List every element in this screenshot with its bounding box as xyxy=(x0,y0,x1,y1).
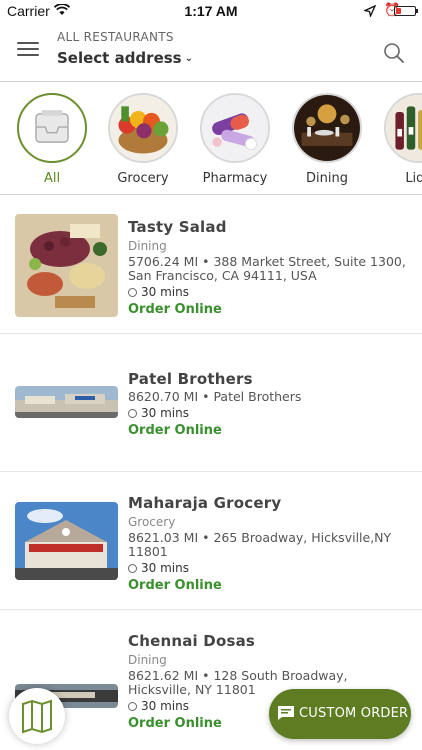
grocery-image xyxy=(108,93,178,163)
custom-order-button[interactable]: CUSTOM ORDER xyxy=(269,689,411,739)
app-header: ALL RESTAURANTS Select address ⌄ xyxy=(0,22,422,82)
delivery-time: 30 mins xyxy=(128,561,408,575)
menu-icon[interactable] xyxy=(17,42,39,58)
category-label: All xyxy=(43,171,61,186)
order-online-link[interactable]: Order Online xyxy=(128,578,408,593)
battery-icon xyxy=(394,6,418,16)
delivery-time-label: 30 mins xyxy=(141,699,189,713)
restaurants-caption: ALL RESTAURANTS xyxy=(57,30,174,44)
category-label: Grocery xyxy=(117,171,169,186)
restaurant-type: Dining xyxy=(128,239,167,253)
delivery-time-label: 30 mins xyxy=(141,406,189,420)
delivery-time: 30 mins xyxy=(128,406,408,420)
clock-time: 1:17 AM xyxy=(184,3,238,19)
delivery-time: 30 mins xyxy=(128,285,408,299)
select-address-label: Select address xyxy=(57,49,182,67)
category-dining[interactable]: Dining xyxy=(282,93,372,186)
restaurant-name: Tasty Salad xyxy=(128,218,227,236)
category-all[interactable]: All xyxy=(7,93,97,186)
search-icon[interactable] xyxy=(383,42,405,64)
chevron-down-icon: ⌄ xyxy=(184,53,193,64)
liquor-image xyxy=(384,93,422,163)
clock-icon xyxy=(128,702,137,711)
select-address-dropdown[interactable]: Select address ⌄ xyxy=(57,49,193,67)
map-view-button[interactable] xyxy=(9,688,65,744)
restaurant-address: 8621.03 MI • 265 Broadway, Hicksville,NY… xyxy=(128,530,392,559)
restaurant-thumbnail xyxy=(15,214,118,317)
restaurant-type: Dining xyxy=(128,653,167,667)
restaurant-name: Chennai Dosas xyxy=(128,632,256,650)
list-item[interactable]: Patel Brothers 8620.70 MI • Patel Brothe… xyxy=(0,334,422,472)
status-bar: Carrier 1:17 AM ⏰ xyxy=(0,0,422,22)
pharmacy-image xyxy=(200,93,270,163)
order-online-link[interactable]: Order Online xyxy=(128,423,408,438)
category-label: Liqu xyxy=(405,171,422,186)
restaurant-name: Patel Brothers xyxy=(128,370,253,388)
clock-icon xyxy=(128,409,137,418)
clock-icon xyxy=(128,288,137,297)
restaurant-thumbnail xyxy=(15,502,118,580)
message-icon xyxy=(278,706,294,720)
category-carousel[interactable]: All Grocery Pharmacy Dining Li xyxy=(0,83,422,195)
restaurant-name: Maharaja Grocery xyxy=(128,494,282,512)
category-grocery[interactable]: Grocery xyxy=(98,93,188,186)
delivery-time-label: 30 mins xyxy=(141,561,189,575)
clock-icon xyxy=(128,564,137,573)
category-label: Pharmacy xyxy=(202,171,268,186)
order-online-link[interactable]: Order Online xyxy=(128,302,408,317)
category-pharmacy[interactable]: Pharmacy xyxy=(190,93,280,186)
dining-image xyxy=(292,93,362,163)
list-item[interactable]: Maharaja Grocery Grocery 8621.03 MI • 26… xyxy=(0,472,422,610)
location-arrow-icon xyxy=(364,5,376,17)
restaurant-address: 8620.70 MI • Patel Brothers xyxy=(128,389,302,404)
list-item[interactable]: Tasty Salad Dining 5706.24 MI • 388 Mark… xyxy=(0,196,422,334)
restaurant-type: Grocery xyxy=(128,515,176,529)
delivery-time-label: 30 mins xyxy=(141,285,189,299)
category-liquor[interactable]: Liqu xyxy=(374,93,422,186)
tray-icon xyxy=(35,110,69,143)
custom-order-label: CUSTOM ORDER xyxy=(299,706,409,721)
category-label: Dining xyxy=(306,171,348,186)
restaurant-address: 5706.24 MI • 388 Market Street, Suite 13… xyxy=(128,254,406,283)
restaurant-thumbnail xyxy=(15,386,118,418)
map-icon xyxy=(22,699,52,734)
